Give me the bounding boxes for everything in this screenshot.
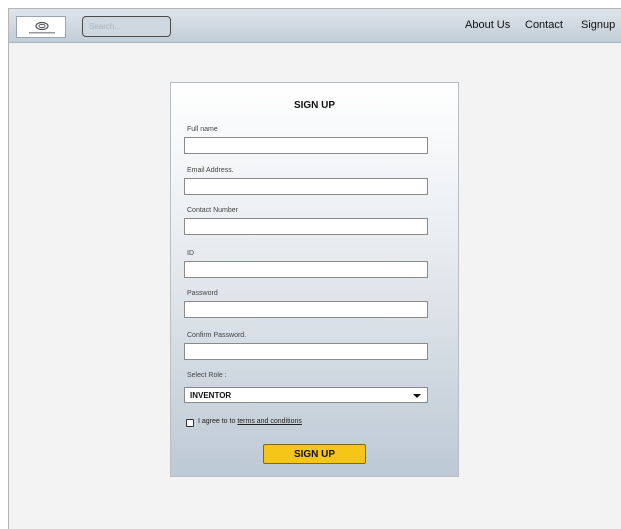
logo-icon: [29, 21, 55, 34]
email-input[interactable]: [184, 178, 428, 195]
contact-number-input[interactable]: [184, 218, 428, 235]
browser-frame: About Us Contact Signup SIGN UP Full nam…: [8, 8, 621, 529]
signup-card: SIGN UP Full name Email Address. Contact…: [170, 82, 459, 477]
confirm-password-label: Confirm Password.: [187, 332, 247, 339]
chevron-down-icon: [413, 394, 421, 398]
id-label: ID: [187, 250, 194, 257]
password-label: Password: [187, 290, 218, 297]
terms-checkbox[interactable]: [186, 419, 194, 427]
nav-about-us[interactable]: About Us: [465, 19, 510, 31]
top-navbar: About Us Contact Signup: [9, 9, 621, 43]
form-title: SIGN UP: [293, 100, 336, 111]
role-select-value: INVENTOR: [190, 391, 232, 400]
id-input[interactable]: [184, 261, 428, 278]
password-input[interactable]: [184, 301, 428, 318]
search-input[interactable]: [82, 16, 171, 37]
full-name-input[interactable]: [184, 137, 428, 154]
terms-prefix: I agree to to: [198, 418, 238, 425]
logo[interactable]: [16, 16, 66, 38]
contact-number-label: Contact Number: [187, 207, 238, 214]
select-role-label: Select Role :: [187, 372, 227, 379]
signup-submit-button[interactable]: SIGN UP: [263, 444, 366, 464]
nav-contact[interactable]: Contact: [525, 19, 563, 31]
full-name-label: Full name: [187, 126, 218, 133]
email-label: Email Address.: [187, 167, 234, 174]
nav-signup[interactable]: Signup: [581, 19, 615, 31]
terms-link[interactable]: terms and conditions: [237, 418, 302, 425]
terms-text: I agree to to terms and conditions: [198, 418, 302, 425]
role-select[interactable]: INVENTOR: [184, 387, 428, 403]
confirm-password-input[interactable]: [184, 343, 428, 360]
